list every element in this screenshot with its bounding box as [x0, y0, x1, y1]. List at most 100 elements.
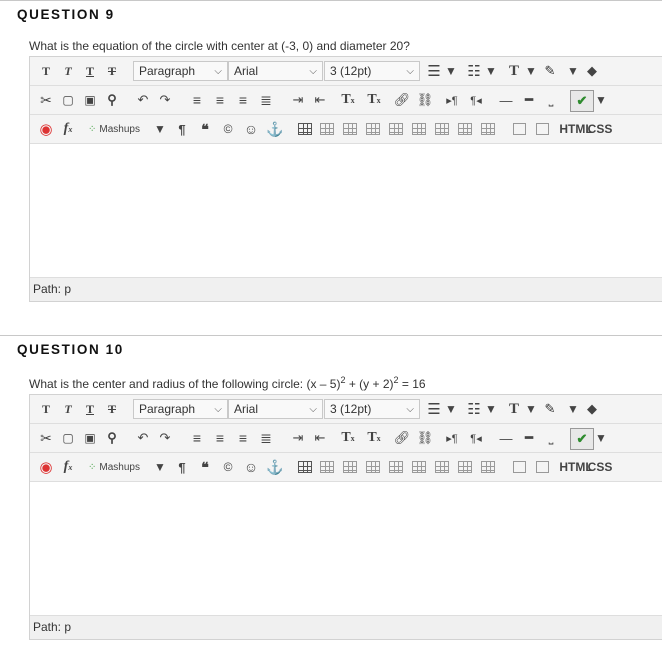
superscript-button[interactable]: Tx: [338, 90, 358, 110]
underline-button[interactable]: T: [80, 399, 100, 419]
paragraph-format-select[interactable]: Paragraph ⌵: [133, 61, 228, 81]
align-right-icon[interactable]: ≡: [233, 90, 253, 110]
clear-formatting-icon[interactable]: ◆: [582, 399, 602, 419]
paste-icon[interactable]: ▣: [80, 90, 100, 110]
horizontal-rule-icon[interactable]: —: [496, 90, 516, 110]
cut-icon[interactable]: ✂: [36, 90, 56, 110]
strikethrough-button[interactable]: T: [102, 399, 122, 419]
spellcheck-icon[interactable]: ✔: [570, 90, 594, 112]
text-color-icon[interactable]: T: [504, 61, 524, 81]
unlink-icon[interactable]: ⛓︎: [415, 428, 435, 448]
editor-content-area[interactable]: [30, 482, 662, 615]
align-left-icon[interactable]: ≡: [187, 428, 207, 448]
unlink-icon[interactable]: ⛓︎: [415, 90, 435, 110]
delete-col-icon[interactable]: [478, 457, 498, 477]
paste-icon[interactable]: ▣: [80, 428, 100, 448]
delete-col-icon[interactable]: [478, 119, 498, 139]
align-left-icon[interactable]: ≡: [187, 90, 207, 110]
insert-row-before-icon[interactable]: [386, 119, 406, 139]
chevron-down-icon[interactable]: ▼: [154, 119, 166, 139]
justify-icon[interactable]: ≣: [256, 90, 276, 110]
font-family-select[interactable]: Arial ⌵: [228, 399, 323, 419]
redo-icon[interactable]: ↷: [155, 90, 175, 110]
editor-content-area[interactable]: [30, 144, 662, 277]
text-color-icon[interactable]: T: [504, 399, 524, 419]
copy-icon[interactable]: ▢: [58, 90, 78, 110]
emoticon-icon[interactable]: ☺: [241, 119, 261, 139]
merge-cells-icon[interactable]: [533, 457, 551, 477]
numbered-list-icon[interactable]: ☷: [464, 399, 484, 419]
nonbreaking-space-icon[interactable]: ⎵: [541, 428, 561, 448]
copyright-icon[interactable]: ©: [218, 457, 238, 477]
bullet-list-icon[interactable]: ☰: [424, 399, 444, 419]
insert-row-before-icon[interactable]: [386, 457, 406, 477]
outdent-icon[interactable]: ⇤: [310, 428, 330, 448]
nonbreaking-space-icon[interactable]: ⎵: [541, 90, 561, 110]
youtube-icon[interactable]: ◉: [36, 119, 56, 139]
clear-formatting-icon[interactable]: ◆: [582, 61, 602, 81]
cell-props-icon[interactable]: [363, 457, 383, 477]
chevron-down-icon[interactable]: ▼: [445, 61, 457, 81]
bold-button[interactable]: T: [36, 399, 56, 419]
math-formula-icon[interactable]: fx: [58, 457, 78, 477]
delete-row-icon[interactable]: [432, 457, 452, 477]
undo-icon[interactable]: ↶: [133, 428, 153, 448]
emoticon-icon[interactable]: ☺: [241, 457, 261, 477]
align-center-icon[interactable]: ≡: [210, 90, 230, 110]
chevron-down-icon[interactable]: ▼: [485, 399, 497, 419]
chevron-down-icon[interactable]: ▼: [485, 61, 497, 81]
numbered-list-icon[interactable]: ☷: [464, 61, 484, 81]
copyright-icon[interactable]: ©: [218, 119, 238, 139]
justify-icon[interactable]: ≣: [256, 428, 276, 448]
mashups-menu[interactable]: ⁘ Mashups: [88, 119, 164, 139]
ltr-direction-icon[interactable]: ▸¶: [442, 90, 462, 110]
outdent-icon[interactable]: ⇤: [310, 90, 330, 110]
rtl-direction-icon[interactable]: ¶◂: [466, 90, 486, 110]
ltr-direction-icon[interactable]: ▸¶: [442, 428, 462, 448]
chevron-down-icon[interactable]: ▼: [595, 428, 607, 448]
indent-icon[interactable]: ⇥: [288, 428, 308, 448]
redo-icon[interactable]: ↷: [155, 428, 175, 448]
row-props-icon[interactable]: [340, 457, 360, 477]
align-right-icon[interactable]: ≡: [233, 428, 253, 448]
insert-row-after-icon[interactable]: [409, 457, 429, 477]
anchor-icon[interactable]: ⚓: [265, 119, 285, 139]
chevron-down-icon[interactable]: ▼: [525, 61, 537, 81]
blockquote-icon[interactable]: ❝: [195, 119, 215, 139]
blockquote-icon[interactable]: ❝: [195, 457, 215, 477]
row-props-icon[interactable]: [340, 119, 360, 139]
font-size-select[interactable]: 3 (12pt) ⌵: [324, 61, 420, 81]
horizontal-rule-icon[interactable]: —: [496, 428, 516, 448]
font-family-select[interactable]: Arial ⌵: [228, 61, 323, 81]
horizontal-line-icon[interactable]: ━: [519, 90, 539, 110]
italic-button[interactable]: T: [58, 399, 78, 419]
search-icon[interactable]: ⚲: [102, 428, 122, 448]
anchor-icon[interactable]: ⚓: [265, 457, 285, 477]
insert-table-icon[interactable]: [295, 457, 315, 477]
mashups-menu[interactable]: ⁘ Mashups: [88, 457, 164, 477]
link-icon[interactable]: 🔗︎: [392, 428, 412, 448]
html-button[interactable]: HTML: [559, 119, 592, 139]
table-props-icon[interactable]: [317, 457, 337, 477]
chevron-down-icon[interactable]: ▼: [154, 457, 166, 477]
subscript-button[interactable]: Tx: [364, 90, 384, 110]
strikethrough-button[interactable]: T: [102, 61, 122, 81]
undo-icon[interactable]: ↶: [133, 90, 153, 110]
html-button[interactable]: HTML: [559, 457, 592, 477]
subscript-button[interactable]: Tx: [364, 428, 384, 448]
search-icon[interactable]: ⚲: [102, 90, 122, 110]
insert-col-icon[interactable]: [455, 457, 475, 477]
chevron-down-icon[interactable]: ▼: [445, 399, 457, 419]
font-size-select[interactable]: 3 (12pt) ⌵: [324, 399, 420, 419]
insert-row-after-icon[interactable]: [409, 119, 429, 139]
css-button[interactable]: CSS: [588, 119, 613, 139]
merge-cells-icon[interactable]: [533, 119, 551, 139]
underline-button[interactable]: T: [80, 61, 100, 81]
css-button[interactable]: CSS: [588, 457, 613, 477]
italic-button[interactable]: T: [58, 61, 78, 81]
insert-col-icon[interactable]: [455, 119, 475, 139]
spellcheck-icon[interactable]: ✔: [570, 428, 594, 450]
horizontal-line-icon[interactable]: ━: [519, 428, 539, 448]
split-cells-icon[interactable]: [510, 119, 528, 139]
highlight-color-icon[interactable]: ✎: [540, 61, 560, 81]
